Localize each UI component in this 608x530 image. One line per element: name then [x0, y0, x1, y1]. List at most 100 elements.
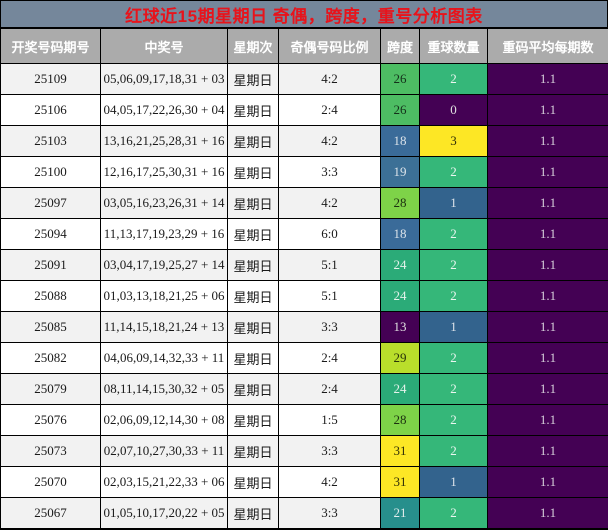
- span-cell: 31: [380, 435, 420, 467]
- winning-numbers-cell: 08,11,14,15,30,32 + 05: [100, 373, 228, 405]
- period-cell: 25106: [0, 94, 101, 126]
- avg-repeat-cell: 1.1: [487, 125, 608, 157]
- winning-numbers-cell: 11,14,15,18,21,24 + 13: [100, 311, 228, 343]
- period-cell: 25082: [0, 342, 101, 374]
- odd-even-ratio-cell: 2:4: [278, 94, 381, 126]
- period-cell: 25070: [0, 466, 101, 498]
- weekday-cell: 星期日: [227, 435, 279, 467]
- col-header-span: 跨度: [380, 28, 420, 64]
- table-row: 25085 11,14,15,18,21,24 + 13 星期日 3:3 13 …: [0, 311, 608, 343]
- chart-title: 红球近15期星期日 奇偶，跨度，重号分析图表: [0, 0, 608, 28]
- weekday-cell: 星期日: [227, 187, 279, 219]
- odd-even-ratio-cell: 5:1: [278, 280, 381, 312]
- weekday-cell: 星期日: [227, 63, 279, 95]
- winning-numbers-cell: 05,06,09,17,18,31 + 03: [100, 63, 228, 95]
- weekday-cell: 星期日: [227, 94, 279, 126]
- table-row: 25088 01,03,13,18,21,25 + 06 星期日 5:1 24 …: [0, 280, 608, 312]
- repeat-count-cell: 0: [419, 94, 488, 126]
- odd-even-ratio-cell: 4:2: [278, 466, 381, 498]
- odd-even-ratio-cell: 3:3: [278, 311, 381, 343]
- odd-even-ratio-cell: 2:4: [278, 373, 381, 405]
- table-row: 25082 04,06,09,14,32,33 + 11 星期日 2:4 29 …: [0, 342, 608, 374]
- period-cell: 25094: [0, 218, 101, 250]
- table-row: 25100 12,16,17,25,30,31 + 16 星期日 3:3 19 …: [0, 156, 608, 188]
- table-row: 25079 08,11,14,15,30,32 + 05 星期日 2:4 24 …: [0, 373, 608, 405]
- period-cell: 25085: [0, 311, 101, 343]
- period-cell: 25097: [0, 187, 101, 219]
- winning-numbers-cell: 11,13,17,19,23,29 + 16: [100, 218, 228, 250]
- weekday-cell: 星期日: [227, 218, 279, 250]
- winning-numbers-cell: 02,03,15,21,22,33 + 06: [100, 466, 228, 498]
- repeat-count-cell: 2: [419, 63, 488, 95]
- weekday-cell: 星期日: [227, 280, 279, 312]
- col-header-winning-numbers: 中奖号: [100, 28, 228, 64]
- span-cell: 26: [380, 63, 420, 95]
- span-cell: 21: [380, 497, 420, 529]
- span-cell: 29: [380, 342, 420, 374]
- avg-repeat-cell: 1.1: [487, 156, 608, 188]
- col-header-repeat-count: 重球数量: [419, 28, 488, 64]
- table-row: 25070 02,03,15,21,22,33 + 06 星期日 4:2 31 …: [0, 466, 608, 498]
- span-cell: 24: [380, 249, 420, 281]
- avg-repeat-cell: 1.1: [487, 218, 608, 250]
- avg-repeat-cell: 1.1: [487, 373, 608, 405]
- table-row: 25103 13,16,21,25,28,31 + 16 星期日 4:2 18 …: [0, 125, 608, 157]
- repeat-count-cell: 2: [419, 280, 488, 312]
- weekday-cell: 星期日: [227, 249, 279, 281]
- winning-numbers-cell: 03,04,17,19,25,27 + 14: [100, 249, 228, 281]
- span-cell: 31: [380, 466, 420, 498]
- weekday-cell: 星期日: [227, 311, 279, 343]
- repeat-count-cell: 2: [419, 218, 488, 250]
- odd-even-ratio-cell: 3:3: [278, 156, 381, 188]
- table-row: 25073 02,07,10,27,30,33 + 11 星期日 3:3 31 …: [0, 435, 608, 467]
- weekday-cell: 星期日: [227, 342, 279, 374]
- span-cell: 26: [380, 94, 420, 126]
- repeat-count-cell: 2: [419, 435, 488, 467]
- odd-even-ratio-cell: 4:2: [278, 125, 381, 157]
- avg-repeat-cell: 1.1: [487, 466, 608, 498]
- span-cell: 18: [380, 125, 420, 157]
- avg-repeat-cell: 1.1: [487, 187, 608, 219]
- col-header-weekday: 星期次: [227, 28, 279, 64]
- odd-even-ratio-cell: 1:5: [278, 404, 381, 436]
- repeat-count-cell: 1: [419, 187, 488, 219]
- repeat-count-cell: 1: [419, 466, 488, 498]
- weekday-cell: 星期日: [227, 156, 279, 188]
- weekday-cell: 星期日: [227, 497, 279, 529]
- period-cell: 25076: [0, 404, 101, 436]
- odd-even-ratio-cell: 4:2: [278, 187, 381, 219]
- table-row: 25094 11,13,17,19,23,29 + 16 星期日 6:0 18 …: [0, 218, 608, 250]
- avg-repeat-cell: 1.1: [487, 311, 608, 343]
- winning-numbers-cell: 01,05,10,17,20,22 + 05: [100, 497, 228, 529]
- weekday-cell: 星期日: [227, 404, 279, 436]
- repeat-count-cell: 2: [419, 373, 488, 405]
- table-header: 开奖号码期号 中奖号 星期次 奇偶号码比例 跨度 重球数量 重码平均每期数: [0, 28, 608, 64]
- lottery-analysis-chart: 红球近15期星期日 奇偶，跨度，重号分析图表 开奖号码期号 中奖号 星期次 奇偶…: [0, 0, 608, 530]
- table-row: 25097 03,05,16,23,26,31 + 14 星期日 4:2 28 …: [0, 187, 608, 219]
- weekday-cell: 星期日: [227, 373, 279, 405]
- period-cell: 25091: [0, 249, 101, 281]
- odd-even-ratio-cell: 6:0: [278, 218, 381, 250]
- weekday-cell: 星期日: [227, 125, 279, 157]
- winning-numbers-cell: 03,05,16,23,26,31 + 14: [100, 187, 228, 219]
- winning-numbers-cell: 13,16,21,25,28,31 + 16: [100, 125, 228, 157]
- table-row: 25106 04,05,17,22,26,30 + 04 星期日 2:4 26 …: [0, 94, 608, 126]
- col-header-period: 开奖号码期号: [0, 28, 101, 64]
- period-cell: 25073: [0, 435, 101, 467]
- span-cell: 13: [380, 311, 420, 343]
- repeat-count-cell: 2: [419, 249, 488, 281]
- avg-repeat-cell: 1.1: [487, 94, 608, 126]
- odd-even-ratio-cell: 3:3: [278, 435, 381, 467]
- winning-numbers-cell: 12,16,17,25,30,31 + 16: [100, 156, 228, 188]
- span-cell: 18: [380, 218, 420, 250]
- table-row: 25109 05,06,09,17,18,31 + 03 星期日 4:2 26 …: [0, 63, 608, 95]
- avg-repeat-cell: 1.1: [487, 63, 608, 95]
- table-row: 25067 01,05,10,17,20,22 + 05 星期日 3:3 21 …: [0, 497, 608, 529]
- span-cell: 28: [380, 187, 420, 219]
- period-cell: 25088: [0, 280, 101, 312]
- avg-repeat-cell: 1.1: [487, 280, 608, 312]
- winning-numbers-cell: 02,06,09,12,14,30 + 08: [100, 404, 228, 436]
- table-row: 25091 03,04,17,19,25,27 + 14 星期日 5:1 24 …: [0, 249, 608, 281]
- repeat-count-cell: 3: [419, 125, 488, 157]
- avg-repeat-cell: 1.1: [487, 249, 608, 281]
